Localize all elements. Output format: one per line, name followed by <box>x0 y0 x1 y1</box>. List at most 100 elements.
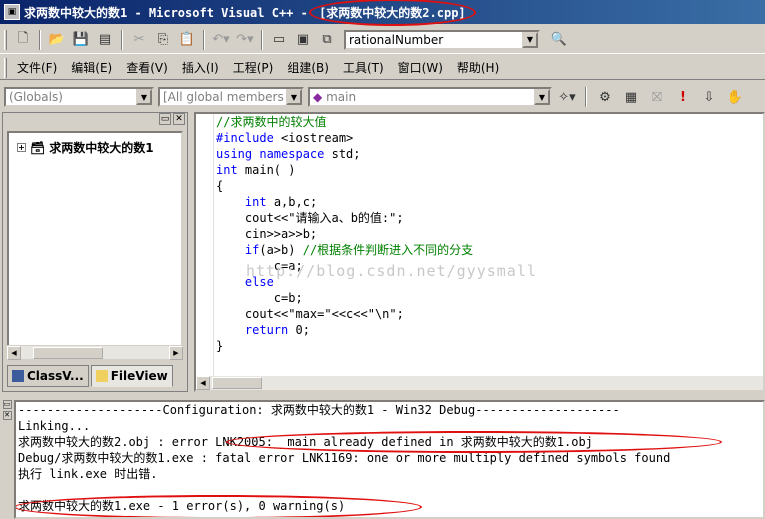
code-line[interactable]: #include <iostream> <box>216 130 473 146</box>
redo-icon[interactable]: ↷▾ <box>234 29 256 51</box>
output-line[interactable]: Debug/求两数中较大的数1.exe : fatal error LNK116… <box>18 450 670 466</box>
title-bar: ▣ 求两数中较大的数1 - Microsoft Visual C++ - [求两… <box>0 0 765 26</box>
source-code[interactable]: //求两数中的较大值 #include <iostream> using names… <box>216 114 473 354</box>
build-icon[interactable]: ▦ <box>620 86 642 108</box>
editor-scrollbar[interactable]: ◀ <box>196 376 763 390</box>
scroll-left-icon[interactable]: ◀ <box>196 376 210 390</box>
code-line[interactable]: { <box>216 178 473 194</box>
paste-icon[interactable]: 📋 <box>176 29 198 51</box>
menu-help[interactable]: 帮助(H) <box>450 59 506 76</box>
tab-fileview-label: FileView <box>110 369 168 383</box>
menubar-grip[interactable] <box>4 57 7 78</box>
window-title: 求两数中较大的数1 - Microsoft Visual C++ - <box>24 5 316 20</box>
chevron-down-icon[interactable]: ▼ <box>534 89 550 105</box>
menu-project[interactable]: 工程(P) <box>226 59 281 76</box>
menu-tools[interactable]: 工具(T) <box>336 59 391 76</box>
function-icon: ◆ <box>313 90 323 104</box>
code-editor[interactable]: //求两数中的较大值 #include <iostream> using names… <box>194 112 765 392</box>
code-line[interactable]: c=b; <box>216 290 473 306</box>
toolbar-separator <box>203 29 205 50</box>
output-line[interactable]: 执行 link.exe 时出错. <box>18 466 670 482</box>
app-icon[interactable]: ▣ <box>4 4 20 20</box>
workspace-scrollbar[interactable]: ◀ ▶ <box>7 345 183 360</box>
expand-plus-icon[interactable]: + <box>17 143 26 152</box>
scroll-thumb[interactable] <box>33 346 103 359</box>
code-line[interactable]: return 0; <box>216 322 473 338</box>
toolbar-separator <box>121 29 123 50</box>
scroll-left-icon[interactable]: ◀ <box>7 345 21 360</box>
compile-icon[interactable]: ⚙ <box>594 86 616 108</box>
window-title-file: [求两数中较大的数2.cpp] <box>309 0 476 26</box>
find-combo-value: rationalNumber <box>349 32 444 47</box>
summary-highlight-oval <box>16 495 422 517</box>
code-line[interactable]: cout<<"请输入a、b的值:"; <box>216 210 473 226</box>
classview-icon <box>12 370 24 382</box>
go-debug-icon[interactable]: ⇩ <box>698 86 720 108</box>
menu-view[interactable]: 查看(V) <box>119 59 175 76</box>
project-icon: 🗃 <box>30 140 46 155</box>
close-icon[interactable]: ✕ <box>2 411 12 420</box>
workspace-tabs: ClassV... FileView <box>7 365 173 387</box>
code-line[interactable]: int a,b,c; <box>216 194 473 210</box>
member-combo[interactable]: ◆ main ▼ <box>308 87 552 107</box>
stop-build-icon[interactable]: ⛝ <box>646 86 668 108</box>
cut-icon[interactable]: ✂ <box>128 29 150 51</box>
menu-edit[interactable]: 编辑(E) <box>64 59 119 76</box>
toolbar-grip[interactable] <box>4 29 7 50</box>
new-text-file-icon[interactable]: 🗋 <box>12 29 34 51</box>
editor-margin[interactable] <box>196 114 214 376</box>
code-line[interactable]: //求两数中的较大值 <box>216 114 473 130</box>
output-toggle-icon[interactable]: ▣ <box>292 29 314 51</box>
code-line[interactable]: int main( ) <box>216 162 473 178</box>
chevron-down-icon[interactable]: ▼ <box>522 31 538 48</box>
find-combo[interactable]: rationalNumber ▼ <box>344 29 540 50</box>
toolbar-separator <box>261 29 263 50</box>
code-line[interactable]: if(a>b) //根据条件判断进入不同的分支 <box>216 242 473 258</box>
chevron-down-icon[interactable]: ▼ <box>286 89 302 105</box>
menu-window[interactable]: 窗口(W) <box>391 59 450 76</box>
undo-icon[interactable]: ↶▾ <box>210 29 232 51</box>
workspace-tree[interactable]: + 🗃 求两数中较大的数1 <box>7 131 183 357</box>
close-icon[interactable]: ✕ <box>173 113 185 125</box>
output-pane[interactable]: --------------------Configuration: 求两数中较… <box>14 400 765 519</box>
window-list-icon[interactable]: ⧉ <box>316 29 338 51</box>
toolbar-separator <box>39 29 41 50</box>
output-pane-grip: ▭ ✕ <box>2 400 12 519</box>
code-line[interactable]: using namespace std; <box>216 146 473 162</box>
class-combo[interactable]: (Globals) ▼ <box>4 87 154 107</box>
standard-toolbar: 🗋 📂 💾 ▤ ✂ ⎘ 📋 ↶▾ ↷▾ ▭ ▣ ⧉ rationalNumber… <box>0 26 765 54</box>
code-line[interactable]: cin>>a>>b; <box>216 226 473 242</box>
workspace-toggle-icon[interactable]: ▭ <box>268 29 290 51</box>
find-in-files-icon[interactable]: 🔍 <box>548 29 570 51</box>
filter-combo[interactable]: [All global members ▼ <box>158 87 304 107</box>
tree-root-node[interactable]: + 🗃 求两数中较大的数1 <box>17 139 154 156</box>
menu-file[interactable]: 文件(F) <box>10 59 64 76</box>
breakpoint-hand-icon[interactable]: ✋ <box>724 86 746 108</box>
error-highlight-oval <box>226 431 722 453</box>
save-all-icon[interactable]: ▤ <box>94 29 116 51</box>
dock-icon[interactable]: ▭ <box>2 400 12 409</box>
output-line[interactable]: --------------------Configuration: 求两数中较… <box>18 402 670 418</box>
execute-icon[interactable]: ! <box>672 86 694 108</box>
filter-combo-value: [All global members <box>163 90 284 104</box>
tab-classview-label: ClassV... <box>27 369 84 383</box>
scroll-right-icon[interactable]: ▶ <box>169 345 183 360</box>
chevron-down-icon[interactable]: ▼ <box>136 89 152 105</box>
code-line[interactable]: } <box>216 338 473 354</box>
dock-icon[interactable]: ▭ <box>159 113 171 125</box>
save-icon[interactable]: 💾 <box>70 29 92 51</box>
fileview-icon <box>95 370 108 382</box>
copy-icon[interactable]: ⎘ <box>152 29 174 51</box>
menu-build[interactable]: 组建(B) <box>280 59 336 76</box>
scroll-thumb[interactable] <box>212 377 262 389</box>
tab-fileview[interactable]: FileView <box>90 365 173 387</box>
wizard-action-icon[interactable]: ✧▾ <box>556 86 578 108</box>
toolbar-separator <box>585 87 587 107</box>
open-folder-icon[interactable]: 📂 <box>46 29 68 51</box>
menu-bar: 文件(F) 编辑(E) 查看(V) 插入(I) 工程(P) 组建(B) 工具(T… <box>0 56 765 80</box>
workspace-header: ▭ ✕ <box>3 113 187 129</box>
menu-insert[interactable]: 插入(I) <box>175 59 226 76</box>
code-line[interactable]: cout<<"max="<<c<<"\n"; <box>216 306 473 322</box>
tab-classview[interactable]: ClassV... <box>7 365 89 387</box>
workspace-pane: ▭ ✕ + 🗃 求两数中较大的数1 ◀ ▶ ClassV... FileView <box>2 112 188 392</box>
